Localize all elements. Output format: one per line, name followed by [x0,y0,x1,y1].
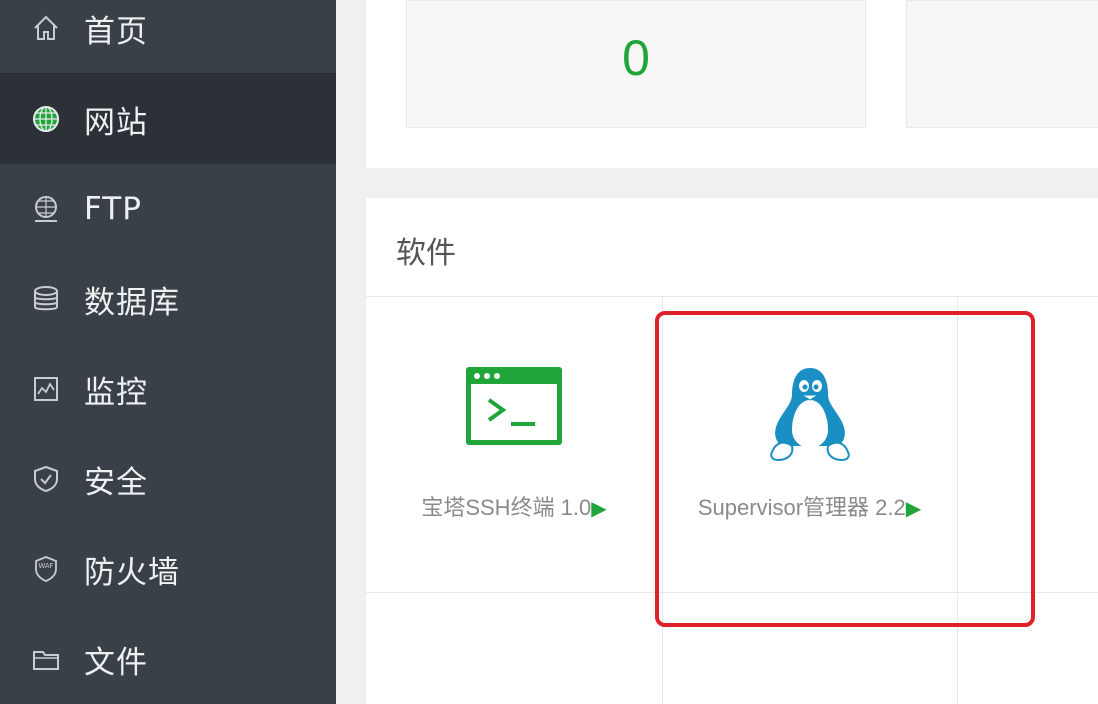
ftp-server-icon [30,193,62,225]
sidebar-item-ftp[interactable]: FTP [0,164,336,254]
software-item-ssh-terminal[interactable]: 宝塔SSH终端 1.0▶ [366,296,662,592]
waf-shield-icon: WAF [30,553,62,585]
terminal-icon [465,366,563,446]
sidebar-item-security[interactable]: 安全 [0,434,336,524]
software-name-wrap: 宝塔SSH终端 1.0▶ [366,490,662,522]
folder-icon [30,643,62,675]
sidebar-item-home[interactable]: 首页 [0,0,336,73]
sidebar-item-label: 安全 [84,464,148,501]
play-icon: ▶ [591,498,607,520]
sidebar-item-label: 首页 [84,13,148,50]
sidebar-item-label: 文件 [84,644,148,681]
sidebar-item-files[interactable]: 文件 [0,614,336,704]
stat-card[interactable]: 0 [406,0,866,128]
sidebar-item-firewall[interactable]: WAF 防火墙 [0,524,336,614]
sidebar-item-label: FTP [84,191,142,227]
sidebar-item-label: 监控 [84,374,148,411]
home-icon [30,12,62,44]
section-title: 软件 [396,236,456,271]
sidebar-item-database[interactable]: 数据库 [0,254,336,344]
sidebar-item-label: 网站 [84,104,148,141]
software-name: 宝塔SSH终端 1.0 [421,495,592,520]
sidebar: 首页 网站 FTP 数据库 监控 安全 WAF 防火墙 文件 [0,0,336,704]
stat-card[interactable] [906,0,1098,128]
stat-value: 0 [622,30,650,86]
sidebar-item-website[interactable]: 网站 [0,74,336,164]
globe-icon [30,103,62,135]
database-icon [30,283,62,315]
overview-panel: 0 [366,0,1098,168]
highlight-box [655,311,1035,627]
waf-icon-text: WAF [38,562,54,570]
sidebar-item-label: 数据库 [84,284,180,321]
monitor-chart-icon [30,373,62,405]
shield-icon [30,463,62,495]
sidebar-item-monitor[interactable]: 监控 [0,344,336,434]
sidebar-item-label: 防火墙 [84,554,180,591]
